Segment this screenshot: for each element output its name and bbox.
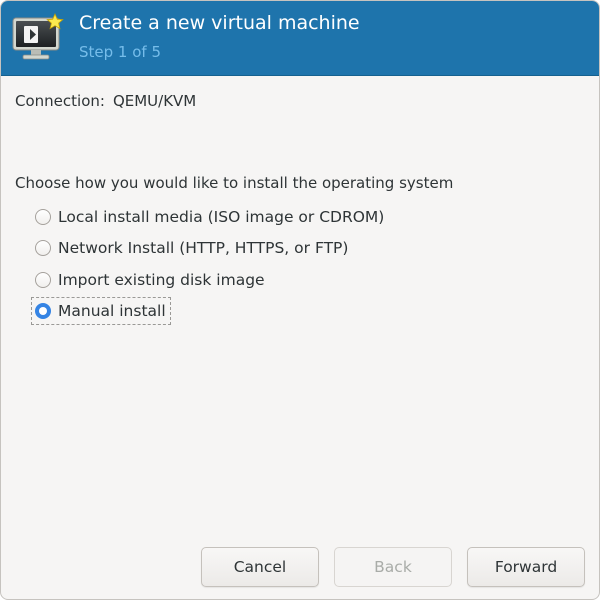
radio-label: Local install media (ISO image or CDROM) — [58, 208, 385, 226]
radio-indicator[interactable] — [35, 272, 51, 288]
dialog-header: Create a new virtual machine Step 1 of 5 — [1, 1, 599, 76]
forward-button[interactable]: Forward — [467, 547, 585, 587]
radio-indicator-selected[interactable] — [35, 303, 51, 319]
radio-label: Network Install (HTTP, HTTPS, or FTP) — [58, 239, 349, 257]
radio-network-install[interactable]: Network Install (HTTP, HTTPS, or FTP) — [31, 235, 353, 261]
connection-label: Connection: — [15, 92, 105, 110]
dialog-title: Create a new virtual machine — [79, 12, 360, 34]
radio-label: Import existing disk image — [58, 271, 265, 289]
step-indicator: Step 1 of 5 — [79, 43, 162, 61]
connection-value: QEMU/KVM — [112, 92, 197, 110]
back-button: Back — [334, 547, 452, 587]
new-vm-monitor-icon — [12, 13, 64, 60]
install-method-prompt: Choose how you would like to install the… — [15, 174, 454, 192]
radio-label: Manual install — [58, 302, 166, 320]
new-vm-dialog: Create a new virtual machine Step 1 of 5… — [0, 0, 600, 600]
radio-manual-install[interactable]: Manual install — [31, 297, 171, 325]
radio-indicator[interactable] — [35, 240, 51, 256]
radio-local-install-media[interactable]: Local install media (ISO image or CDROM) — [31, 204, 389, 230]
cancel-button[interactable]: Cancel — [201, 547, 319, 587]
radio-indicator[interactable] — [35, 209, 51, 225]
radio-import-disk-image[interactable]: Import existing disk image — [31, 267, 270, 293]
connection-row: Connection: QEMU/KVM — [15, 92, 196, 110]
